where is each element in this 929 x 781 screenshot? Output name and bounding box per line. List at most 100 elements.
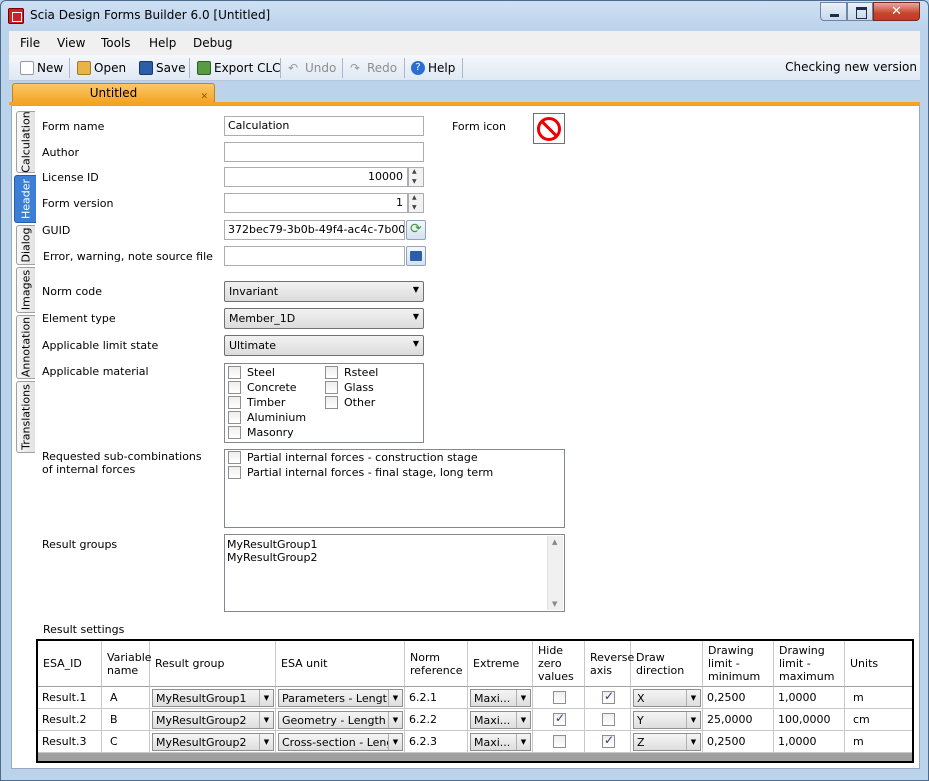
col-reverse-axis[interactable]: Reverse axis xyxy=(585,641,634,687)
material-other[interactable]: Other xyxy=(325,396,375,409)
close-button[interactable]: ✕ xyxy=(873,2,920,21)
col-units[interactable]: Units xyxy=(845,641,912,687)
cell-variable-name[interactable]: C xyxy=(102,731,150,753)
material-masonry[interactable]: Masonry xyxy=(228,426,294,439)
cell-units[interactable]: cm xyxy=(845,709,912,731)
col-norm-reference[interactable]: Norm reference xyxy=(405,641,468,687)
table-row[interactable]: Result.2 B MyResultGroup2 ▼ Geometry - Le… xyxy=(38,709,912,731)
cell-esa-unit-select[interactable]: Cross-section - Length ▼ xyxy=(278,733,403,751)
cell-limit-min[interactable]: 25,0000 xyxy=(703,709,774,731)
cell-extreme-select[interactable]: Maxi... ▼ xyxy=(470,711,531,729)
menu-debug[interactable]: Debug xyxy=(193,36,232,50)
license-id-input[interactable]: 10000 xyxy=(224,167,408,187)
scroll-down-icon[interactable]: ▼ xyxy=(552,600,557,608)
col-esa-id[interactable]: ESA_ID xyxy=(38,641,102,687)
cell-result-group-select[interactable]: MyResultGroup1 ▼ xyxy=(152,689,274,707)
new-button[interactable]: New xyxy=(20,59,63,77)
col-result-group[interactable]: Result group xyxy=(150,641,276,687)
save-button[interactable]: Save xyxy=(139,59,185,77)
col-limit-max[interactable]: Drawing limit - maximum xyxy=(774,641,845,687)
cell-esa-id[interactable]: Result.1 xyxy=(38,687,102,709)
subcomb-final-stage[interactable]: Partial internal forces - final stage, l… xyxy=(228,466,493,479)
minimize-button[interactable] xyxy=(820,2,847,21)
regenerate-guid-button[interactable]: ⟳ xyxy=(406,220,426,240)
cell-limit-min[interactable]: 0,2500 xyxy=(703,731,774,753)
col-draw-direction[interactable]: Draw direction xyxy=(631,641,703,687)
col-esa-unit[interactable]: ESA unit xyxy=(276,641,405,687)
guid-input[interactable]: 372bec79-3b0b-49f4-ac4c-7b00a873 xyxy=(224,220,405,240)
cell-hide-zero-checkbox[interactable] xyxy=(553,691,566,704)
license-id-stepper[interactable] xyxy=(408,167,424,187)
material-timber[interactable]: Timber xyxy=(228,396,285,409)
material-glass[interactable]: Glass xyxy=(325,381,374,394)
source-file-input[interactable] xyxy=(224,246,405,266)
cell-esa-id[interactable]: Result.3 xyxy=(38,731,102,753)
form-icon-picker[interactable] xyxy=(533,113,565,144)
menu-file[interactable]: File xyxy=(20,36,40,50)
app-icon[interactable] xyxy=(8,8,24,24)
cell-units[interactable]: m xyxy=(845,687,912,709)
menu-tools[interactable]: Tools xyxy=(101,36,131,50)
norm-code-select[interactable]: Invariant ▼ xyxy=(224,281,424,302)
cell-hide-zero-checkbox[interactable] xyxy=(553,735,566,748)
form-version-input[interactable]: 1 xyxy=(224,193,408,213)
table-row[interactable]: Result.3 C MyResultGroup2 ▼ Cross-section… xyxy=(38,731,912,753)
cell-variable-name[interactable]: B xyxy=(102,709,150,731)
tab-images[interactable]: Images xyxy=(16,267,35,313)
col-extreme[interactable]: Extreme xyxy=(468,641,533,687)
cell-extreme-select[interactable]: Maxi... ▼ xyxy=(470,689,531,707)
col-limit-min[interactable]: Drawing limit - minimum xyxy=(703,641,774,687)
form-version-stepper[interactable] xyxy=(408,193,424,213)
form-name-input[interactable]: Calculation xyxy=(224,116,424,136)
document-tab-untitled[interactable]: Untitled ✕ xyxy=(12,83,215,103)
cell-esa-id[interactable]: Result.2 xyxy=(38,709,102,731)
cell-draw-direction-select[interactable]: Y ▼ xyxy=(633,711,701,729)
cell-limit-max[interactable]: 100,0000 xyxy=(774,709,845,731)
menu-help[interactable]: Help xyxy=(149,36,176,50)
tab-calculation[interactable]: Calculation xyxy=(16,111,35,173)
tab-translations[interactable]: Translations xyxy=(16,381,35,453)
cell-units[interactable]: m xyxy=(845,731,912,753)
tab-annotation[interactable]: Annotation xyxy=(16,315,35,379)
cell-draw-direction-select[interactable]: X ▼ xyxy=(633,689,701,707)
redo-button[interactable]: ↷ Redo xyxy=(350,59,397,77)
menu-view[interactable]: View xyxy=(57,36,85,50)
cell-esa-unit-select[interactable]: Geometry - Length ... ▼ xyxy=(278,711,403,729)
cell-hide-zero-checkbox[interactable] xyxy=(553,711,566,726)
cell-reverse-axis-checkbox[interactable] xyxy=(602,689,615,704)
cell-limit-max[interactable]: 1,0000 xyxy=(774,731,845,753)
cell-norm-reference[interactable]: 6.2.1 xyxy=(405,687,468,709)
cell-result-group-select[interactable]: MyResultGroup2 ▼ xyxy=(152,711,274,729)
undo-button[interactable]: ↶ Undo xyxy=(288,59,336,77)
material-concrete[interactable]: Concrete xyxy=(228,381,297,394)
author-input[interactable] xyxy=(224,142,424,162)
col-hide-zero[interactable]: Hide zero values xyxy=(533,641,585,687)
material-rsteel[interactable]: Rsteel xyxy=(325,366,378,379)
cell-extreme-select[interactable]: Maxi... ▼ xyxy=(470,733,531,751)
maximize-button[interactable] xyxy=(847,2,873,21)
cell-reverse-axis-checkbox[interactable] xyxy=(602,733,615,748)
material-steel[interactable]: Steel xyxy=(228,366,275,379)
table-row[interactable]: Result.1 A MyResultGroup1 ▼ Parameters - … xyxy=(38,687,912,709)
tab-header[interactable]: Header xyxy=(14,175,36,223)
cell-esa-unit-select[interactable]: Parameters - Lengt... ▼ xyxy=(278,689,403,707)
cell-norm-reference[interactable]: 6.2.3 xyxy=(405,731,468,753)
tab-dialog[interactable]: Dialog xyxy=(16,225,35,265)
col-variable-name[interactable]: Variable name xyxy=(102,641,152,687)
result-groups-scrollbar[interactable]: ▲ ▼ xyxy=(547,536,563,610)
scroll-up-icon[interactable]: ▲ xyxy=(552,538,557,546)
cell-draw-direction-select[interactable]: Z ▼ xyxy=(633,733,701,751)
element-type-select[interactable]: Member_1D ▼ xyxy=(224,308,424,329)
cell-limit-max[interactable]: 1,0000 xyxy=(774,687,845,709)
cell-reverse-axis-checkbox[interactable] xyxy=(602,713,615,726)
material-aluminium[interactable]: Aluminium xyxy=(228,411,306,424)
title-bar[interactable]: Scia Design Forms Builder 6.0 [Untitled]… xyxy=(1,1,928,31)
cell-norm-reference[interactable]: 6.2.2 xyxy=(405,709,468,731)
limit-state-select[interactable]: Ultimate ▼ xyxy=(224,335,424,356)
export-clc-button[interactable]: Export CLC xyxy=(197,59,281,77)
help-button[interactable]: ? Help xyxy=(411,59,455,77)
subcomb-construction[interactable]: Partial internal forces - construction s… xyxy=(228,451,478,464)
cell-limit-min[interactable]: 0,2500 xyxy=(703,687,774,709)
cell-variable-name[interactable]: A xyxy=(102,687,150,709)
browse-source-button[interactable] xyxy=(406,246,426,266)
